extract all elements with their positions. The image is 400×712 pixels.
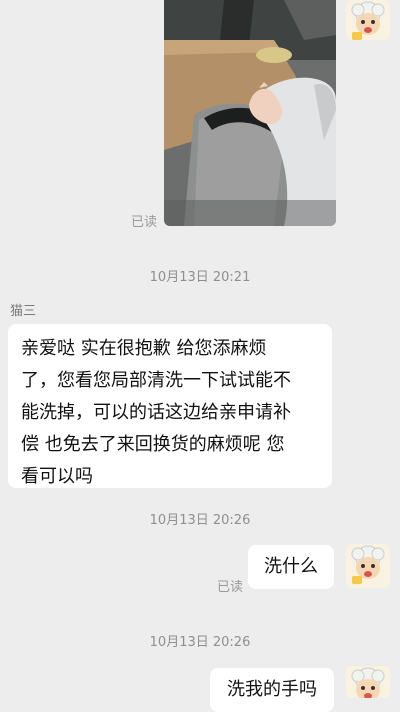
outgoing-message-bubble[interactable]: 洗我的手吗: [210, 668, 334, 712]
message-line: 了，您看您局部清洗一下试试能不: [21, 370, 291, 391]
message-line: 看可以吗: [21, 466, 93, 487]
my-avatar[interactable]: [346, 666, 390, 698]
timestamp: 10月13日 20:21: [149, 270, 251, 285]
my-avatar[interactable]: [346, 0, 390, 40]
photo-read-status: 已读: [131, 215, 158, 230]
message-line: 能洗掉，可以的话这边给亲申请补: [21, 402, 291, 423]
cartoon-sheep-avatar-icon: [346, 0, 390, 40]
timestamp: 10月13日 20:26: [149, 635, 251, 650]
my-avatar[interactable]: [346, 544, 390, 588]
message-line: 偿 也免去了来回换货的麻烦呢 您: [21, 434, 285, 455]
sent-photo-message[interactable]: [164, 0, 336, 226]
timestamp: 10月13日 20:26: [149, 513, 251, 528]
message-line: 亲爱哒 实在很抱歉 给您添麻烦: [21, 338, 267, 359]
reply-read-status: 已读: [217, 580, 244, 595]
incoming-message-bubble[interactable]: 亲爱哒 实在很抱歉 给您添麻烦 了，您看您局部清洗一下试试能不 能洗掉，可以的话…: [8, 324, 332, 488]
photo-thumbnail-icon: [164, 0, 336, 226]
cartoon-sheep-avatar-icon: [346, 544, 390, 588]
outgoing-message-bubble[interactable]: 洗什么: [248, 545, 334, 589]
cartoon-sheep-avatar-icon: [346, 666, 390, 698]
sender-name: 猫三: [10, 304, 37, 319]
